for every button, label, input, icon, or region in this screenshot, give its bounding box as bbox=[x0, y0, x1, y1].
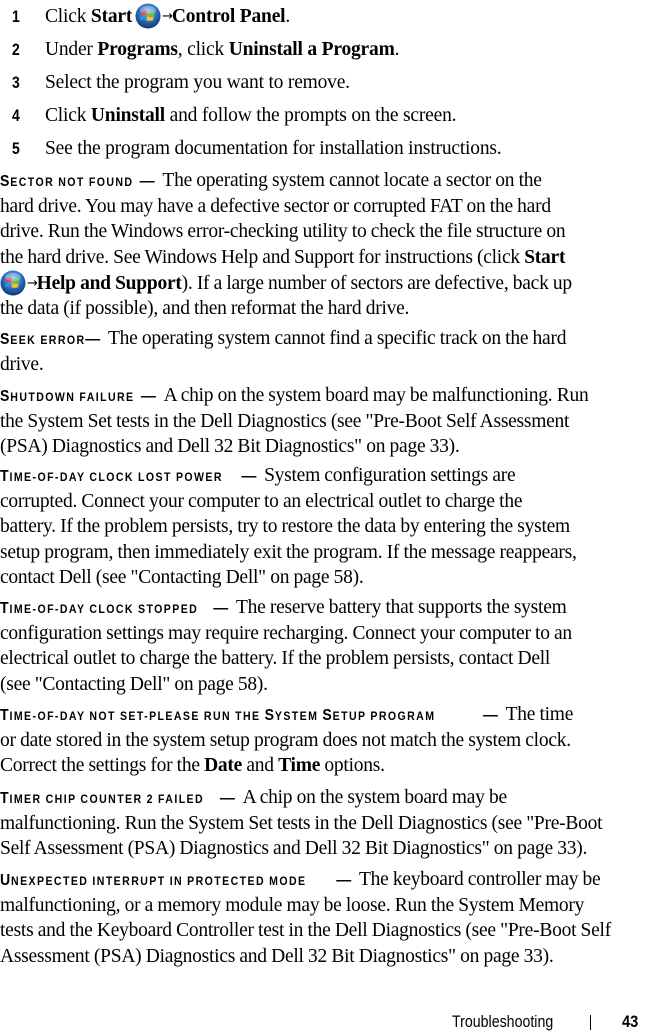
step-number: 2 bbox=[12, 40, 20, 59]
footer-divider bbox=[590, 1015, 591, 1030]
entry-line: (see "Contacting Dell" on page 58). bbox=[0, 673, 268, 695]
entry-line: the hard drive. See Windows Help and Sup… bbox=[0, 245, 663, 271]
em-dash: — bbox=[482, 707, 498, 724]
entry-line: tests and the Keyboard Controller test i… bbox=[0, 920, 611, 942]
entry-time-of-day-clock-stopped: TIME-OF-DAY CLOCK STOPPED — The reserve ba… bbox=[0, 595, 663, 697]
entry-line: UNEXPECTED INTERRUPT IN PROTECTED MODE — T… bbox=[0, 867, 663, 893]
entry-sector-not-found: SECTOR NOT FOUND — The operating system ca… bbox=[0, 168, 663, 322]
help-and-support-label: Help and Support bbox=[36, 273, 182, 295]
time-option-label: Time bbox=[278, 755, 321, 777]
entry-text: The time bbox=[505, 704, 574, 725]
error-term: SHUTDOWN FAILURE bbox=[0, 388, 135, 405]
entry-text: The keyboard controller may be bbox=[359, 869, 601, 890]
step-text-plain: and follow the prompts on the screen. bbox=[164, 105, 457, 126]
em-dash: — bbox=[213, 600, 228, 617]
error-term: SECTOR NOT FOUND bbox=[0, 173, 134, 190]
entry-line: SECTOR NOT FOUND — The operating system ca… bbox=[0, 168, 663, 194]
step-text: Click Uninstall and follow the prompts o… bbox=[45, 102, 457, 130]
step-text-plain: . bbox=[285, 6, 291, 27]
step-text: Click Start →Control Panel. bbox=[45, 3, 290, 31]
entry-text: The operating system cannot find a speci… bbox=[107, 328, 567, 349]
entry-text: System configuration settings are bbox=[264, 465, 516, 486]
entry-text: Correct the settings for the bbox=[0, 755, 205, 777]
step-text-plain: . bbox=[394, 39, 400, 60]
page-number: 43 bbox=[622, 1012, 639, 1031]
em-dash: — bbox=[336, 872, 351, 889]
uninstall-a-program-label: Uninstall a Program bbox=[228, 39, 395, 60]
entry-text: The reserve battery that supports the sy… bbox=[236, 597, 567, 618]
step-text: See the program documentation for instal… bbox=[45, 138, 502, 159]
step-text-plain: , click bbox=[177, 39, 229, 60]
entry-line: TIME-OF-DAY CLOCK STOPPED — The reserve ba… bbox=[0, 595, 663, 621]
step-number: 4 bbox=[12, 106, 20, 125]
entry-line: corrupted. Connect your computer to an e… bbox=[0, 490, 523, 512]
entry-time-of-day-clock-lost-power: TIME-OF-DAY CLOCK LOST POWER — System conf… bbox=[0, 463, 663, 591]
em-dash: — bbox=[85, 331, 100, 348]
entry-line: TIME-OF-DAY CLOCK LOST POWER — System conf… bbox=[0, 463, 663, 489]
entry-shutdown-failure: SHUTDOWN FAILURE — A chip on the system bo… bbox=[0, 383, 663, 460]
entry-line: or date stored in the system setup progr… bbox=[0, 729, 571, 751]
step-number: 3 bbox=[12, 73, 20, 92]
step-number: 5 bbox=[12, 139, 20, 158]
entry-line: Self Assessment (PSA) Diagnostics and De… bbox=[0, 838, 588, 860]
em-dash: — bbox=[241, 468, 257, 485]
em-dash: — bbox=[219, 790, 235, 807]
entry-line: Assessment (PSA) Diagnostics and Dell 32… bbox=[0, 945, 554, 967]
entry-seek-error: SEEK ERROR— The operating system cannot f… bbox=[0, 326, 663, 377]
entry-line: the data (if possible), and then reforma… bbox=[0, 297, 410, 319]
step-text-plain: Click bbox=[45, 6, 91, 27]
error-term: TIME-OF-DAY CLOCK STOPPED bbox=[0, 600, 199, 617]
start-label: Start bbox=[524, 246, 566, 268]
entry-line: configuration settings may require recha… bbox=[0, 622, 572, 644]
entry-line: SHUTDOWN FAILURE — A chip on the system bo… bbox=[0, 383, 663, 409]
entry-line: →Help and Support). If a large number of… bbox=[0, 270, 663, 296]
uninstall-label: Uninstall bbox=[90, 105, 165, 126]
entry-line: drive. Run the Windows error-checking ut… bbox=[0, 221, 566, 243]
entry-text: The operating system cannot locate a sec… bbox=[162, 170, 542, 191]
entry-line: Correct the settings for the Date and Ti… bbox=[0, 753, 663, 779]
error-term: UNEXPECTED INTERRUPT IN PROTECTED MODE bbox=[0, 872, 307, 889]
page-footer: Troubleshooting 43 bbox=[0, 1010, 663, 1034]
windows-start-orb-icon bbox=[0, 270, 26, 296]
step-text-plain: Under bbox=[45, 39, 98, 60]
control-panel-label: Control Panel bbox=[171, 6, 286, 27]
step-text-plain: Click bbox=[45, 105, 91, 126]
entry-text: options. bbox=[320, 755, 385, 777]
entry-line: (PSA) Diagnostics and Dell 32 Bit Diagno… bbox=[0, 436, 460, 458]
entry-line: malfunctioning. Run the System Set tests… bbox=[0, 812, 603, 834]
entry-line: battery. If the problem persists, try to… bbox=[0, 516, 570, 538]
footer-section-title: Troubleshooting bbox=[452, 1013, 554, 1031]
windows-start-orb-icon bbox=[135, 3, 161, 29]
entry-text: and bbox=[242, 755, 279, 777]
entry-line: SEEK ERROR— The operating system cannot f… bbox=[0, 326, 663, 352]
entry-line: setup program, then immediately exit the… bbox=[0, 541, 577, 563]
error-term: TIME-OF-DAY CLOCK LOST POWER bbox=[0, 468, 223, 485]
step-text: Select the program you want to remove. bbox=[45, 72, 350, 93]
error-term: TIMER CHIP COUNTER 2 FAILED bbox=[0, 790, 205, 807]
entry-line: hard drive. You may have a defective sec… bbox=[0, 195, 551, 217]
step-number: 1 bbox=[12, 7, 20, 26]
em-dash: — bbox=[140, 388, 156, 405]
entry-line: contact Dell (see "Contacting Dell" on p… bbox=[0, 567, 364, 589]
entry-line: TIME-OF-DAY NOT SET-PLEASE RUN THE SYSTE… bbox=[0, 702, 663, 728]
entry-time-of-day-not-set: TIME-OF-DAY NOT SET-PLEASE RUN THE SYSTE… bbox=[0, 702, 663, 779]
entry-text: ). If a large number of sectors are defe… bbox=[181, 273, 573, 295]
entry-line: electrical outlet to charge the battery.… bbox=[0, 648, 551, 670]
entry-text: A chip on the system board may be malfun… bbox=[163, 385, 589, 406]
entry-timer-chip-counter-2-failed: TIMER CHIP COUNTER 2 FAILED — A chip on th… bbox=[0, 785, 663, 862]
entry-text: A chip on the system board may be bbox=[242, 787, 507, 808]
entry-text: the hard drive. See Windows Help and Sup… bbox=[0, 246, 525, 268]
date-option-label: Date bbox=[204, 755, 243, 777]
entry-line: the System Set tests in the Dell Diagnos… bbox=[0, 410, 570, 432]
entry-line: drive. bbox=[0, 353, 44, 375]
entry-unexpected-interrupt-in-protected-mode: UNEXPECTED INTERRUPT IN PROTECTED MODE — T… bbox=[0, 867, 663, 969]
entry-line: TIMER CHIP COUNTER 2 FAILED — A chip on th… bbox=[0, 785, 663, 811]
entry-line: malfunctioning, or a memory module may b… bbox=[0, 894, 585, 916]
em-dash: — bbox=[139, 173, 155, 190]
error-term: SEEK ERROR bbox=[0, 331, 86, 348]
start-label: Start bbox=[90, 6, 133, 27]
programs-label: Programs bbox=[97, 39, 178, 60]
error-term: TIME-OF-DAY NOT SET-PLEASE RUN THE SYSTE… bbox=[0, 707, 436, 724]
step-text: Under Programs, click Uninstall a Progra… bbox=[45, 36, 399, 64]
